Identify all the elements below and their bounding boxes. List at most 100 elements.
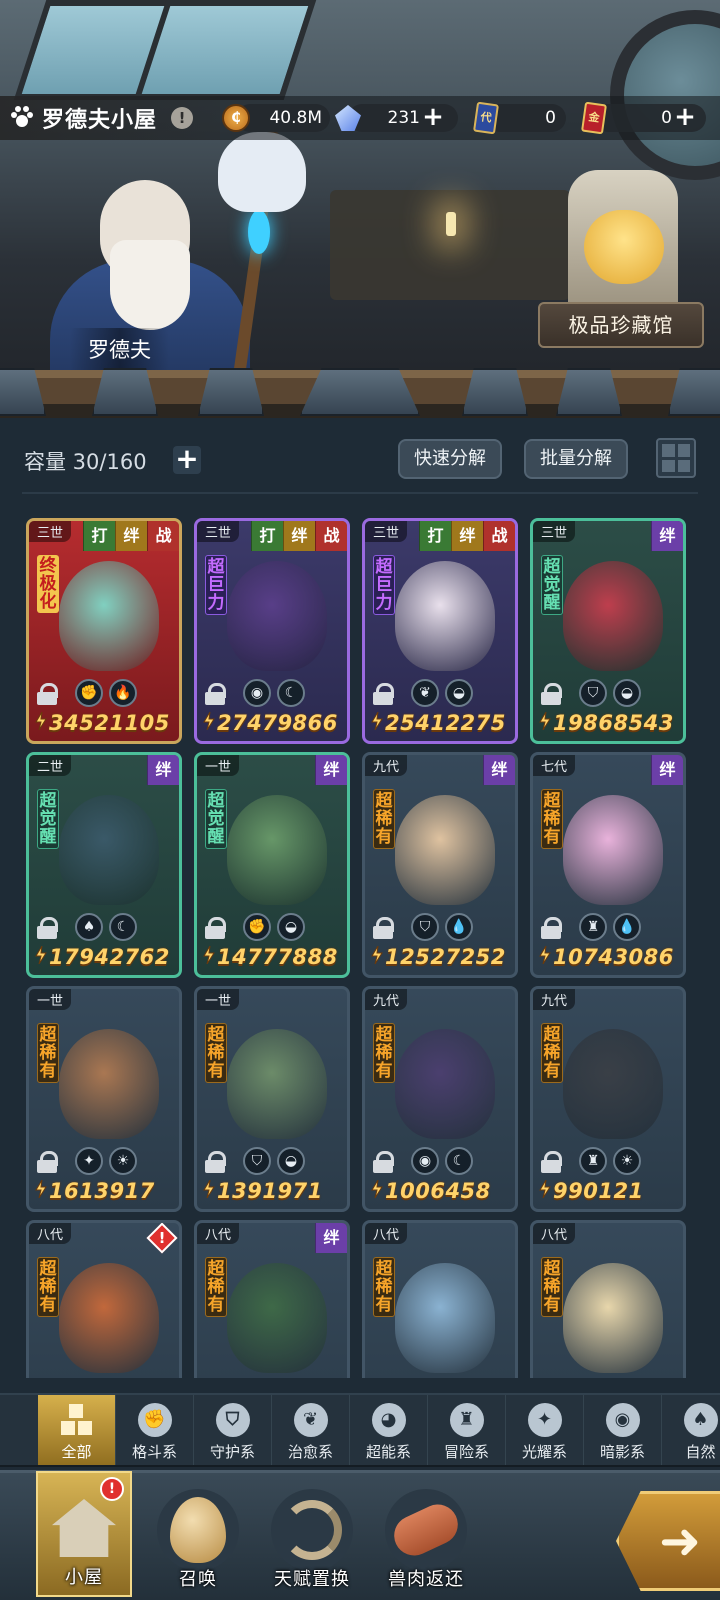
pet-card[interactable]: 三世打绊战终极化 ✊ 🔥 34521105	[26, 518, 182, 744]
power-icon	[539, 946, 551, 964]
eye-icon: ◉	[243, 679, 271, 707]
pet-card[interactable]: 八代 绊超稀有	[194, 1220, 350, 1378]
pet-card[interactable]: 八代 超稀有	[530, 1220, 686, 1378]
trait-tag: 绊	[651, 521, 683, 551]
rock-icon: ◒	[613, 679, 641, 707]
quick-decompose-button[interactable]: 快速分解	[398, 439, 502, 479]
category-tab[interactable]: ◕ 超能系	[350, 1395, 428, 1465]
pet-card[interactable]: 三世打绊战超巨力 ❦ ◒ 25412275	[362, 518, 518, 744]
creature-portrait	[227, 1263, 327, 1373]
lock-icon[interactable]	[205, 1151, 226, 1173]
element-icons: ⛉ 💧	[411, 913, 473, 941]
porthole-window	[610, 10, 720, 180]
lock-icon[interactable]	[205, 683, 226, 705]
pet-card[interactable]: 八代! 超稀有	[26, 1220, 182, 1378]
pet-card[interactable]: 二世 绊超觉醒 ♠ ☾ 17942762	[26, 752, 182, 978]
trait-tags: 绊	[483, 755, 515, 785]
combat-power: 1613917	[35, 1179, 155, 1203]
trait-tags: 打绊战	[251, 521, 347, 551]
nav-summon-button[interactable]: 召唤	[148, 1489, 248, 1593]
location-title: 罗德夫小屋	[42, 108, 158, 133]
leaf-icon: ♠	[683, 1402, 718, 1437]
pet-card[interactable]: 三世打绊战超巨力 ◉ ☾ 27479866	[194, 518, 350, 744]
lock-icon[interactable]	[373, 683, 394, 705]
trait-tag: 绊	[451, 521, 483, 551]
nav-cabin-button[interactable]: 小屋 !	[36, 1471, 132, 1597]
combat-power: 34521105	[35, 711, 170, 735]
bookshelf	[330, 190, 570, 300]
add-crystal-button[interactable]: +	[420, 104, 446, 131]
combat-power: 1391971	[203, 1179, 323, 1203]
nav-meat-refund-button[interactable]: 兽肉返还	[376, 1489, 476, 1593]
gold-resource: ₵ 40.8M	[220, 100, 330, 136]
trait-tags: 绊	[147, 755, 179, 785]
generation-label: 一世	[197, 755, 240, 776]
power-value: 12527252	[385, 945, 506, 969]
generation-label: 三世	[29, 521, 72, 542]
creature-portrait	[563, 561, 663, 671]
power-value: 10743086	[553, 945, 674, 969]
category-tab[interactable]: ◉ 暗影系	[584, 1395, 662, 1465]
nav-talent-swap-button[interactable]: 天赋置换	[262, 1489, 362, 1593]
lock-icon[interactable]	[37, 917, 58, 939]
go-button[interactable]: ➜	[616, 1491, 720, 1591]
element-icons: ♜ ☀	[579, 1147, 641, 1175]
museum-button[interactable]: 极品珍藏馆	[538, 302, 704, 348]
shield-icon: ⛉	[215, 1402, 250, 1437]
element-icons: ⛉ ◒	[579, 679, 641, 707]
lock-icon[interactable]	[541, 1151, 562, 1173]
pet-card[interactable]: 一世 绊超觉醒 ✊ ◒ 14777888	[194, 752, 350, 978]
category-tab[interactable]: ✦ 光耀系	[506, 1395, 584, 1465]
category-tab[interactable]: ✊ 格斗系	[116, 1395, 194, 1465]
swap-icon	[282, 1500, 342, 1560]
category-tab[interactable]: ♜ 冒险系	[428, 1395, 506, 1465]
generation-label: 八代	[29, 1223, 72, 1244]
lock-icon[interactable]	[541, 917, 562, 939]
generation-label: 二世	[29, 755, 72, 776]
lock-icon[interactable]	[37, 683, 58, 705]
rarity-label: 终极化	[37, 555, 59, 613]
lock-icon[interactable]	[373, 1151, 394, 1173]
skylight	[133, 0, 317, 100]
pet-card[interactable]: 八代 超稀有	[362, 1220, 518, 1378]
creature-portrait	[563, 795, 663, 905]
category-tab[interactable]: ♠ 自然	[662, 1395, 720, 1465]
water-icon: 💧	[445, 913, 473, 941]
water-icon: 💧	[613, 913, 641, 941]
pet-card[interactable]: 九代 超稀有 ♜ ☀ 990121	[530, 986, 686, 1212]
creature-portrait	[59, 795, 159, 905]
expand-capacity-button[interactable]: +	[173, 445, 201, 474]
red-card-icon: 金	[581, 101, 607, 135]
pet-card[interactable]: 三世 绊超觉醒 ⛉ ◒ 19868543	[530, 518, 686, 744]
power-icon	[35, 712, 47, 730]
pet-card[interactable]: 九代 超稀有 ◉ ☾ 1006458	[362, 986, 518, 1212]
category-tab[interactable]: 全部	[38, 1395, 116, 1465]
batch-decompose-button[interactable]: 批量分解	[524, 439, 628, 479]
lock-icon[interactable]	[373, 917, 394, 939]
lock-icon[interactable]	[541, 683, 562, 705]
pet-card[interactable]: 一世 超稀有 ✦ ☀ 1613917	[26, 986, 182, 1212]
power-icon	[203, 712, 215, 730]
category-label: 全部	[61, 1442, 92, 1461]
trait-tag: 绊	[147, 755, 179, 785]
trait-tag: 战	[315, 521, 347, 551]
generation-label: 一世	[197, 989, 240, 1010]
element-icons: ⛉ ◒	[243, 1147, 305, 1175]
combat-power: 25412275	[371, 711, 506, 735]
rarity-label: 超觉醒	[205, 789, 227, 849]
info-icon[interactable]: !	[171, 107, 194, 129]
category-tab[interactable]: ⛉ 守护系	[194, 1395, 272, 1465]
lock-icon[interactable]	[205, 917, 226, 939]
category-tab[interactable]: ❦ 治愈系	[272, 1395, 350, 1465]
rock-icon: ◒	[277, 913, 305, 941]
trait-tags: 绊	[315, 755, 347, 785]
combat-power: 990121	[539, 1179, 644, 1203]
arrow-right-icon: ➜	[659, 1512, 701, 1570]
pet-card[interactable]: 一世 超稀有 ⛉ ◒ 1391971	[194, 986, 350, 1212]
pet-card[interactable]: 七代 绊超稀有 ♜ 💧 10743086	[530, 752, 686, 978]
add-red-ticket-button[interactable]: +	[672, 104, 698, 131]
lock-icon[interactable]	[37, 1151, 58, 1173]
pet-card[interactable]: 九代 绊超稀有 ⛉ 💧 12527252	[362, 752, 518, 978]
rarity-label: 超稀有	[373, 1023, 395, 1083]
grid-view-toggle-icon[interactable]	[656, 438, 696, 478]
